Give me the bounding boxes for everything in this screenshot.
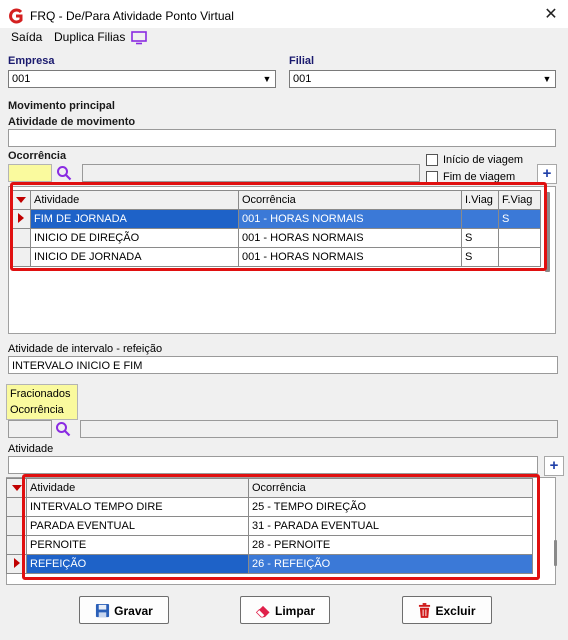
table-row[interactable]: INICIO DE JORNADA 001 - HORAS NORMAIS S [10,247,541,267]
table-row[interactable]: PERNOITE 28 - PERNOITE [6,535,533,555]
cell-fim-viagem[interactable] [498,228,541,248]
grid2-scrollbar[interactable] [554,540,557,566]
intervalo-field[interactable]: INTERVALO INICIO E FIM [8,356,558,374]
limpar-button[interactable]: Limpar [240,596,330,624]
fim-viagem-label: Fim de viagem [443,171,516,183]
floppy-disk-icon [96,604,110,618]
cell-atividade[interactable]: INICIO DE JORNADA [30,247,239,267]
chevron-down-icon: ▼ [542,74,552,84]
grid1-scrollbar[interactable] [545,192,550,272]
row-pointer-icon [6,554,27,574]
empresa-label: Empresa [8,55,55,67]
cell-atividade[interactable]: INTERVALO TEMPO DIRE [26,497,249,517]
row-indicator [6,497,27,517]
cell-atividade[interactable]: REFEIÇÃO [26,554,249,574]
col-fim-viagem[interactable]: F.Viag [498,190,541,210]
eraser-icon [255,606,270,618]
filial-label: Filial [289,55,315,67]
table-row[interactable]: FIM DE JORNADA 001 - HORAS NORMAIS S [10,209,541,229]
col-atividade[interactable]: Atividade [30,190,239,210]
window-title: FRQ - De/Para Atividade Ponto Virtual [30,9,234,23]
row-indicator [6,535,27,555]
cell-ocorrencia[interactable]: 001 - HORAS NORMAIS [238,209,462,229]
menu-duplica-filias[interactable]: Duplica Filias [54,30,125,44]
col-atividade[interactable]: Atividade [26,478,249,498]
inicio-viagem-checkbox[interactable] [426,154,438,166]
cell-ocorrencia[interactable]: 28 - PERNOITE [248,535,533,555]
table-row[interactable]: INTERVALO TEMPO DIRE 25 - TEMPO DIREÇÃO [6,497,533,517]
col-inicio-viagem[interactable]: I.Viag [461,190,499,210]
fracionados-ocorrencia-label: Ocorrência [10,404,64,416]
cell-inicio-viagem[interactable]: S [461,247,499,267]
fracionados-atividade-label: Atividade [8,443,54,455]
gravar-button[interactable]: Gravar [79,596,169,624]
table-row[interactable]: REFEIÇÃO 26 - REFEIÇÃO [6,554,533,574]
ocorrencia-code-field[interactable] [8,164,52,182]
grid-header-row: Atividade Ocorrência [6,478,533,498]
grid-header-row: Atividade Ocorrência I.Viag F.Viag [10,190,541,210]
cell-fim-viagem[interactable] [498,247,541,267]
intervalo-value: INTERVALO INICIO E FIM [12,360,143,372]
empresa-value: 001 [12,73,31,85]
search-icon[interactable] [56,165,72,181]
row-indicator [6,516,27,536]
atividade-movimento-field[interactable] [8,129,556,147]
empresa-select[interactable]: 001 ▼ [8,70,276,88]
row-pointer-icon [10,209,31,229]
menu-saida[interactable]: Saída [11,30,42,44]
fracionados-grid: Atividade Ocorrência INTERVALO TEMPO DIR… [6,478,533,574]
ocorrencia-description-field [82,164,420,182]
filial-value: 001 [293,73,312,85]
cell-ocorrencia[interactable]: 26 - REFEIÇÃO [248,554,533,574]
table-row[interactable]: INICIO DE DIREÇÃO 001 - HORAS NORMAIS S [10,228,541,248]
fracionados-label: Fracionados [10,388,71,400]
cell-ocorrencia[interactable]: 31 - PARADA EVENTUAL [248,516,533,536]
cell-atividade[interactable]: PERNOITE [26,535,249,555]
inicio-viagem-label: Início de viagem [443,154,524,166]
fim-viagem-checkbox[interactable] [426,171,438,183]
intervalo-label: Atividade de intervalo - refeição [8,343,163,355]
cell-ocorrencia[interactable]: 001 - HORAS NORMAIS [238,228,462,248]
search-icon[interactable] [55,421,71,437]
add-movimento-button[interactable]: + [537,164,557,184]
row-indicator [10,228,31,248]
atividade-movimento-label: Atividade de movimento [8,116,136,128]
cell-inicio-viagem[interactable] [461,209,499,229]
cell-atividade[interactable]: PARADA EVENTUAL [26,516,249,536]
fracionados-description-field [80,420,558,438]
chevron-down-icon: ▼ [262,74,272,84]
monitor-icon[interactable] [131,31,147,45]
fracionados-code-field[interactable] [8,420,52,438]
ocorrencia-label: Ocorrência [8,150,67,162]
table-row[interactable]: PARADA EVENTUAL 31 - PARADA EVENTUAL [6,516,533,536]
trash-icon [419,603,431,619]
close-icon[interactable]: ✕ [540,4,562,26]
sort-indicator[interactable] [10,190,31,210]
sort-indicator[interactable] [6,478,27,498]
movimento-grid: Atividade Ocorrência I.Viag F.Viag FIM D… [10,190,541,267]
add-fracionado-button[interactable]: + [544,456,564,476]
cell-ocorrencia[interactable]: 25 - TEMPO DIREÇÃO [248,497,533,517]
excluir-button[interactable]: Excluir [402,596,492,624]
col-ocorrencia[interactable]: Ocorrência [238,190,462,210]
fracionados-tag: Fracionados Ocorrência [6,384,78,420]
row-indicator [10,247,31,267]
cell-atividade[interactable]: FIM DE JORNADA [30,209,239,229]
cell-ocorrencia[interactable]: 001 - HORAS NORMAIS [238,247,462,267]
filial-select[interactable]: 001 ▼ [289,70,556,88]
app-logo-icon [9,8,23,24]
fracionados-atividade-field[interactable] [8,456,538,474]
cell-inicio-viagem[interactable]: S [461,228,499,248]
col-ocorrencia[interactable]: Ocorrência [248,478,533,498]
cell-fim-viagem[interactable]: S [498,209,541,229]
cell-atividade[interactable]: INICIO DE DIREÇÃO [30,228,239,248]
movimento-heading: Movimento principal [8,100,115,112]
